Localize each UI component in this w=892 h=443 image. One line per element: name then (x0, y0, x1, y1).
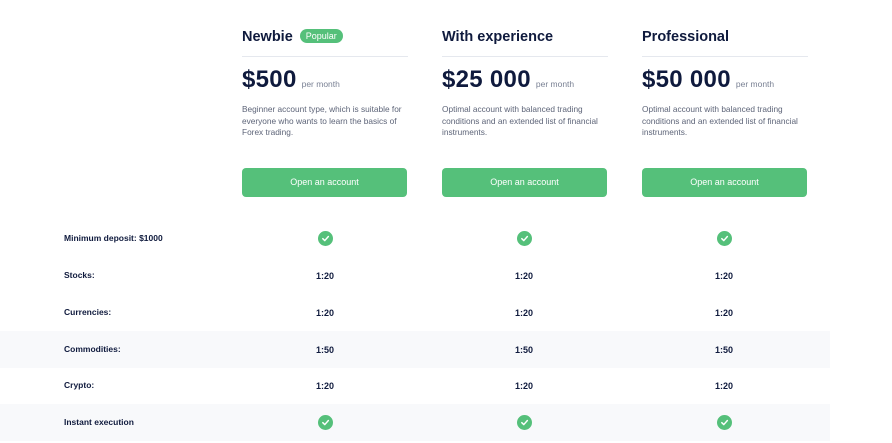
table-row: Commodities: 1:50 1:50 1:50 (0, 331, 830, 368)
plan-header: Newbie Popular (242, 0, 408, 57)
price-row: $500 per month (242, 66, 340, 94)
feature-label: Commodities: (64, 344, 121, 354)
feature-label: Instant execution (64, 417, 134, 427)
feature-value: 1:20 (315, 307, 334, 318)
feature-label: Stocks: (64, 270, 95, 280)
table-row: Minimum deposit: $1000 (0, 220, 830, 257)
open-account-button[interactable]: Open an account (242, 168, 407, 197)
check-circle-icon (716, 415, 732, 430)
plan-description: Optimal account with balanced trading co… (442, 104, 598, 137)
feature-value: 1:20 (315, 380, 334, 391)
table-row: Stocks: 1:20 1:20 1:20 (0, 257, 830, 294)
feature-value: 1:50 (315, 344, 334, 355)
check-circle-icon (317, 415, 333, 430)
price-row: $25 000 per month (442, 66, 574, 94)
plan-price: $500 (242, 66, 297, 93)
check-circle-icon (516, 231, 532, 246)
feature-label: Minimum deposit: $1000 (64, 233, 163, 243)
plan-header: With experience (442, 0, 608, 57)
price-row: $50 000 per month (642, 66, 774, 94)
feature-cell (704, 220, 744, 257)
feature-value: 1:20 (514, 307, 533, 318)
plan-period: per month (535, 79, 575, 89)
feature-value: 1:20 (315, 270, 334, 281)
popular-badge: Popular (299, 29, 343, 43)
plan-period: per month (301, 79, 340, 89)
plan-name: Professional (642, 29, 730, 45)
plan-description: Beginner account type, which is suitable… (242, 104, 402, 137)
open-account-button[interactable]: Open an account (442, 168, 607, 197)
feature-cell (305, 404, 345, 441)
feature-label: Crypto: (64, 380, 95, 390)
feature-value: 1:20 (514, 380, 533, 391)
plan-period: per month (735, 79, 775, 89)
feature-value: 1:20 (714, 307, 733, 318)
feature-label: Currencies: (64, 307, 112, 317)
open-account-button[interactable]: Open an account (642, 168, 807, 197)
plan-professional: Professional $50 000 per month Optimal ac… (642, 0, 808, 197)
table-row: Instant execution (0, 404, 830, 441)
check-circle-icon (317, 231, 333, 246)
feature-value: 1:20 (514, 270, 533, 281)
plan-name: With experience (442, 29, 554, 45)
feature-value: 1:50 (514, 344, 533, 355)
table-row: Crypto: 1:20 1:20 1:20 (0, 367, 830, 404)
plan-price: $50 000 (642, 66, 731, 93)
feature-cell (504, 404, 544, 441)
plan-name: Newbie (242, 29, 293, 45)
feature-cell (305, 220, 345, 257)
plan-description: Optimal account with balanced trading co… (642, 104, 798, 137)
plan-newbie: Newbie Popular $500 per month Beginner acc… (242, 0, 408, 197)
table-row: Currencies: 1:20 1:20 1:20 (0, 294, 830, 331)
feature-cell (504, 220, 544, 257)
check-circle-icon (716, 231, 732, 246)
feature-value: 1:20 (714, 270, 733, 281)
plan-with-experience: With experience $25 000 per month Optimal… (442, 0, 608, 197)
feature-value: 1:50 (714, 344, 733, 355)
plan-price: $25 000 (442, 66, 531, 93)
plan-header: Professional (642, 0, 808, 57)
check-circle-icon (516, 415, 532, 430)
feature-cell (704, 404, 744, 441)
feature-value: 1:20 (714, 380, 733, 391)
